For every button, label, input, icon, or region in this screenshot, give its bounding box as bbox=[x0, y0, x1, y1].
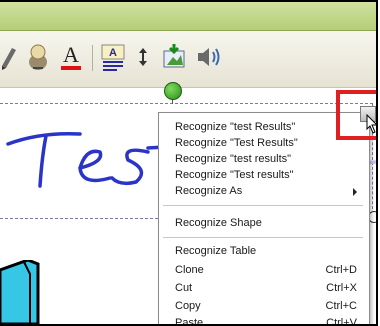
app-window: A A Recognize "test Results" Recognize "… bbox=[0, 0, 378, 326]
menu-item-clone[interactable]: Clone Ctrl+D bbox=[159, 262, 369, 279]
menu-item-recognize-test-results-4[interactable]: Recognize "Test results" bbox=[159, 167, 369, 184]
mouse-pointer-icon bbox=[366, 114, 376, 134]
menu-item-recognize-table[interactable]: Recognize Table bbox=[159, 243, 369, 260]
audio-icon[interactable] bbox=[194, 39, 224, 75]
title-bar bbox=[0, 2, 376, 31]
spacing-icon[interactable] bbox=[136, 39, 150, 75]
toolbar: A A bbox=[0, 31, 376, 88]
insert-picture-icon[interactable] bbox=[160, 39, 188, 75]
text-format-icon[interactable]: A bbox=[100, 39, 126, 75]
menu-separator bbox=[163, 237, 363, 238]
menu-item-recognize-test-results-3[interactable]: Recognize "test results" bbox=[159, 151, 369, 168]
menu-item-copy[interactable]: Copy Ctrl+C bbox=[159, 298, 369, 315]
toolbar-separator bbox=[92, 45, 93, 71]
menu-item-paste[interactable]: Paste Ctrl+V bbox=[159, 315, 369, 324]
font-color-glyph: A bbox=[63, 42, 79, 67]
menu-separator bbox=[163, 205, 363, 206]
highlighter-icon[interactable] bbox=[24, 39, 52, 75]
menu-item-recognize-shape[interactable]: Recognize Shape bbox=[159, 215, 369, 232]
rotate-handle[interactable] bbox=[164, 82, 182, 100]
text-format-glyph: A bbox=[109, 47, 117, 59]
pen-tool-icon[interactable] bbox=[0, 39, 18, 75]
menu-item-recognize-as[interactable]: Recognize As bbox=[159, 183, 369, 200]
menu-item-cut[interactable]: Cut Ctrl+X bbox=[159, 280, 369, 297]
submenu-arrow-icon bbox=[353, 188, 357, 196]
font-color-icon[interactable]: A bbox=[58, 39, 84, 75]
context-menu: Recognize "test Results" Recognize "Test… bbox=[158, 112, 370, 324]
cyan-shape[interactable] bbox=[0, 260, 40, 324]
